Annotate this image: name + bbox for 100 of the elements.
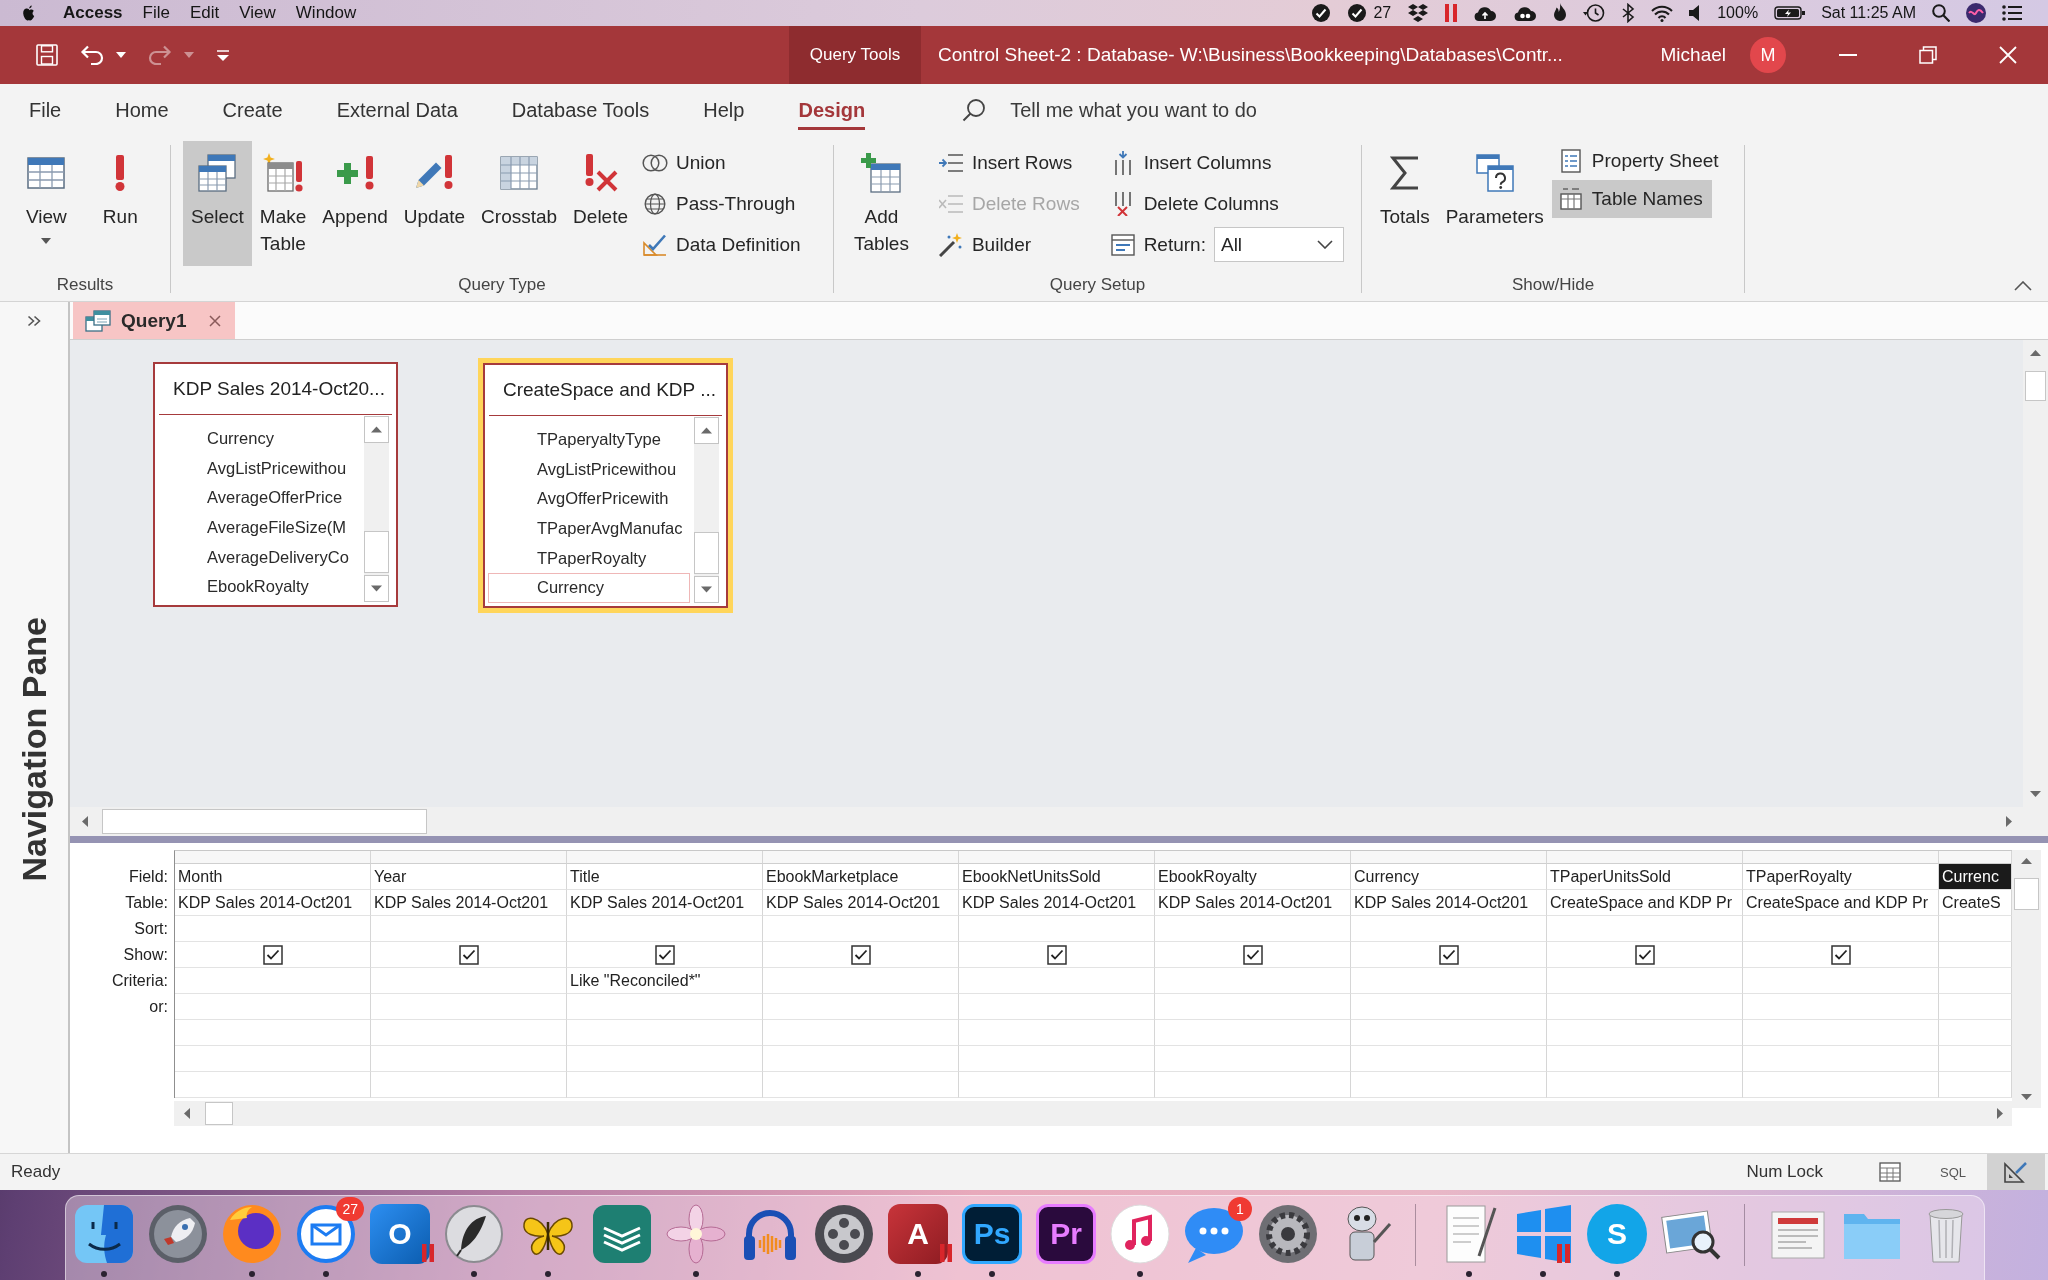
ribbon-button[interactable]: Table Names [1551,180,1712,218]
field-name-cell[interactable]: TPaperUnitsSold [1547,864,1743,890]
field-item[interactable]: TPaperRoyalty [488,543,690,573]
close-icon[interactable] [209,314,221,327]
wifi-icon[interactable] [1651,4,1674,22]
show-checkbox[interactable] [458,944,479,965]
column-selector[interactable] [371,851,567,864]
field-name-cell[interactable]: EbookNetUnitsSold [959,864,1155,890]
table-name-cell[interactable]: KDP Sales 2014-Oct201 [1155,890,1351,916]
check-circle-icon[interactable] [1347,3,1368,23]
minimize-icon[interactable] [1839,54,1857,56]
battery-icon[interactable] [1774,6,1806,20]
menu-item[interactable]: File [142,3,170,23]
table-field-list[interactable]: CreateSpace and KDP ... TPaperyaltyType AvgListPricewithou AvgOfferPricewith TPaperAvgManufac TPaperRoyalty Currency [478,358,733,613]
ribbon-button[interactable]: Union [636,142,735,183]
field-item[interactable]: AverageOfferPrice [158,483,360,513]
field-item[interactable]: Currency [158,424,360,454]
navigation-pane-label[interactable]: Navigation Pane [14,617,54,882]
user-avatar[interactable]: M [1750,37,1786,73]
diamond-cluster-icon[interactable] [1407,3,1430,23]
stacked-pages-icon[interactable] [592,1204,652,1264]
table-name-cell[interactable]: CreateSpace and KDP Pr [1547,890,1743,916]
ribbon-button[interactable]: Builder [931,224,1041,265]
scrollbar-thumb[interactable] [205,1102,233,1125]
customize-caret-icon[interactable] [216,49,230,61]
search-field[interactable]: Tell me what you want to do [1010,95,1311,125]
ribbon-button[interactable]: View [18,141,75,266]
field-name-cell[interactable]: Year [371,864,567,890]
user-name[interactable]: Michael [1660,44,1726,66]
ribbon-tab[interactable]: File [2,84,89,136]
scroll-left-icon[interactable] [183,1108,190,1119]
orb-icon[interactable] [1966,3,1986,23]
scroll-down-icon[interactable] [2030,791,2041,797]
column-selector[interactable] [1155,851,1351,864]
column-selector[interactable] [175,851,371,864]
table-name-cell[interactable]: CreateS [1939,890,2012,916]
menu-item[interactable]: View [239,3,276,23]
column-selector[interactable] [1547,851,1743,864]
field-item[interactable]: TPaperAvgManufac [488,513,690,544]
ribbon-button[interactable]: Data Definition [636,224,810,265]
pause-bars-icon[interactable] [1445,4,1458,22]
ribbon-button[interactable]: Update [395,141,474,266]
scrollbar-thumb[interactable] [694,532,719,574]
field-item[interactable]: EbookRoyalty [158,571,360,602]
scroll-down-icon[interactable] [2021,1094,2032,1100]
restore-icon[interactable] [1919,46,1937,64]
ribbon-tab[interactable]: Help [676,84,772,136]
column-selector[interactable] [1743,851,1939,864]
scroll-left-icon[interactable] [81,816,88,827]
field-name-cell[interactable]: Month [175,864,371,890]
music-note-icon[interactable] [1110,1204,1170,1264]
ribbon-button[interactable]: Delete Columns [1103,183,1288,224]
ribbon-tab[interactable]: Database Tools [484,84,677,136]
column-selector[interactable] [567,851,763,864]
flower-icon[interactable] [666,1204,726,1264]
document-tab[interactable]: Query1 [73,302,235,339]
column-selector[interactable] [959,851,1155,864]
pane-splitter[interactable] [70,836,2048,843]
column-selector[interactable] [1351,851,1547,864]
table-name-cell[interactable]: KDP Sales 2014-Oct201 [1351,890,1547,916]
menu-item[interactable]: Edit [189,3,220,23]
show-checkbox[interactable] [262,944,283,965]
search-icon[interactable] [1932,4,1950,22]
scroll-right-icon[interactable] [2005,816,2012,827]
field-name-cell[interactable]: Currenc [1939,864,2012,890]
ribbon-button[interactable]: Add Tables [846,141,917,266]
flame-icon[interactable] [1553,3,1568,23]
app-logo[interactable]: O [370,1204,430,1264]
scroll-down-icon[interactable] [694,576,719,603]
table-name-cell[interactable]: KDP Sales 2014-Oct201 [763,890,959,916]
sql-view-button[interactable]: SQL [1924,1154,1982,1190]
ribbon-button[interactable]: Delete [565,141,637,266]
ribbon-button[interactable]: Insert Rows [931,142,1082,183]
scroll-right-icon[interactable] [1996,1108,2003,1119]
collapse-chevron-icon[interactable] [2014,281,2032,291]
show-checkbox[interactable] [1046,944,1067,965]
table-field-list[interactable]: KDP Sales 2014-Oct20... Currency AvgListPricewithou AverageOfferPrice AverageFileSize(M AverageDeliveryCo EbookRoyalty [153,362,398,607]
table-name-cell[interactable]: CreateSpace and KDP Pr [1743,890,1939,916]
show-checkbox[interactable] [1438,944,1459,965]
ribbon-button[interactable]: Property Sheet [1551,142,1728,180]
cloud-icon[interactable] [1513,5,1538,21]
scrollbar-thumb[interactable] [2025,371,2046,401]
table-name-cell[interactable]: KDP Sales 2014-Oct201 [371,890,567,916]
scroll-up-icon[interactable] [694,417,719,444]
app-logo[interactable]: Ps [962,1204,1022,1264]
scroll-up-icon[interactable] [2021,858,2032,864]
speaker-icon[interactable] [1689,5,1702,21]
double-chevron-icon[interactable] [27,315,41,327]
show-checkbox[interactable] [1242,944,1263,965]
ribbon-tab[interactable]: Create [195,84,310,136]
return-dropdown[interactable]: All [1213,227,1344,262]
field-item[interactable]: AvgListPricewithou [488,454,690,485]
scroll-up-icon[interactable] [364,416,389,443]
ribbon-tab[interactable]: Design [771,84,893,136]
scrollbar-thumb[interactable] [364,531,389,573]
menu-item[interactable]: Window [295,3,357,23]
show-checkbox[interactable] [1830,944,1851,965]
field-item[interactable]: AvgOfferPricewith [488,484,690,514]
table-name-cell[interactable]: KDP Sales 2014-Oct201 [567,890,763,916]
scroll-up-icon[interactable] [2030,350,2041,356]
